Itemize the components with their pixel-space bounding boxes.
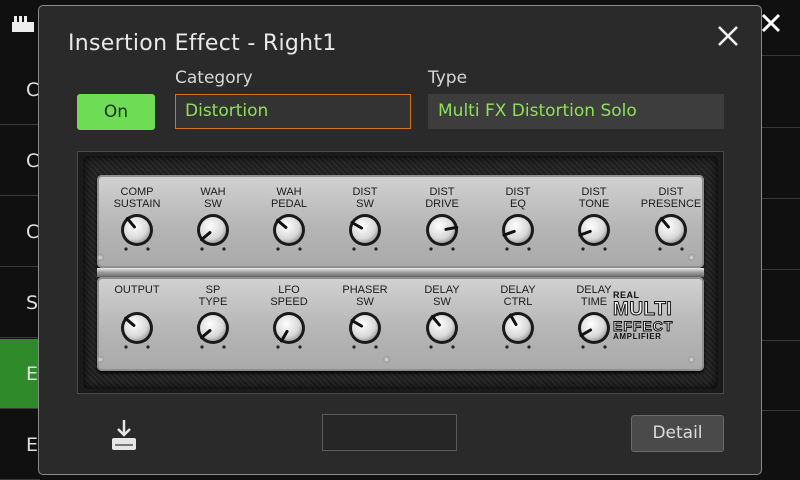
- type-field[interactable]: Multi FX Distortion Solo: [428, 94, 724, 129]
- dialog-title: Insertion Effect - Right1: [68, 31, 337, 56]
- knob-dial-icon[interactable]: [649, 212, 693, 252]
- knob-dial-icon[interactable]: [115, 212, 159, 252]
- knob-label: COMP SUSTAIN: [113, 186, 161, 210]
- knob-dial-icon[interactable]: [267, 212, 311, 252]
- knob-delay-sw[interactable]: DELAY SW: [402, 284, 482, 350]
- knob-label: DIST EQ: [505, 186, 531, 210]
- insertion-effect-dialog: Insertion Effect - Right1 Category Type …: [38, 5, 762, 475]
- screw-icon: [688, 356, 695, 363]
- knob-dist-eq[interactable]: DIST EQ: [478, 186, 558, 252]
- amp-cabinet: COMP SUSTAIN WAH SW WAH PEDAL DIST SW DIST DRIVE D…: [83, 156, 718, 389]
- knob-label: DELAY CTRL: [500, 284, 536, 308]
- knob-dist-sw[interactable]: DIST SW: [325, 186, 405, 252]
- knob-dist-presence[interactable]: DIST PRESENCE: [631, 186, 711, 252]
- knob-phaser-sw[interactable]: PHASER SW: [325, 284, 405, 350]
- knob-dial-icon[interactable]: [572, 310, 616, 350]
- category-field[interactable]: Distortion: [175, 94, 411, 129]
- knob-dist-tone[interactable]: DIST TONE: [554, 186, 634, 252]
- save-download-icon[interactable]: [109, 418, 139, 452]
- logo-effect-text: EFFECT: [613, 318, 674, 334]
- knob-dial-icon[interactable]: [267, 310, 311, 350]
- knob-label: DIST SW: [352, 186, 378, 210]
- knob-comp-sustain[interactable]: COMP SUSTAIN: [97, 186, 177, 252]
- knob-dial-icon[interactable]: [343, 212, 387, 252]
- category-label: Category: [175, 68, 253, 88]
- logo-multi-text: MULTI: [613, 299, 673, 320]
- knob-label: LFO SPEED: [270, 284, 308, 308]
- background-sidebar-item[interactable]: S: [0, 268, 40, 338]
- knob-dial-icon[interactable]: [115, 310, 159, 350]
- on-toggle-button[interactable]: On: [77, 94, 155, 130]
- amp-logo: REAL MULTI EFFECT AMPLIFIER: [613, 291, 693, 341]
- knob-dial-icon[interactable]: [343, 310, 387, 350]
- screw-icon: [97, 254, 104, 261]
- knob-label: DIST TONE: [578, 186, 610, 210]
- knob-dial-icon[interactable]: [420, 310, 464, 350]
- knob-dial-icon[interactable]: [496, 212, 540, 252]
- knob-label: WAH SW: [200, 186, 226, 210]
- close-icon[interactable]: [715, 23, 741, 49]
- knob-label: OUTPUT: [114, 284, 160, 296]
- amp-panel: COMP SUSTAIN WAH SW WAH PEDAL DIST SW DIST DRIVE D…: [77, 151, 724, 394]
- background-sidebar-item[interactable]: C: [0, 55, 40, 125]
- knob-label: SP TYPE: [198, 284, 228, 308]
- knob-label: DIST PRESENCE: [640, 186, 702, 210]
- blank-field[interactable]: [322, 414, 457, 451]
- detail-button[interactable]: Detail: [631, 415, 724, 452]
- knob-label: WAH PEDAL: [270, 186, 308, 210]
- knob-dial-icon[interactable]: [572, 212, 616, 252]
- background-sidebar-item[interactable]: C: [0, 197, 40, 267]
- knob-output[interactable]: OUTPUT: [97, 284, 177, 350]
- background-sidebar-item[interactable]: C: [0, 126, 40, 196]
- background-right-column: [762, 55, 800, 480]
- amp-divider: [97, 268, 704, 277]
- knob-wah-sw[interactable]: WAH SW: [173, 186, 253, 252]
- knob-delay-ctrl[interactable]: DELAY CTRL: [478, 284, 558, 350]
- knob-label: PHASER SW: [342, 284, 388, 308]
- keyboard-hand-icon[interactable]: [10, 14, 36, 36]
- background-sidebar-item[interactable]: E: [0, 339, 40, 409]
- type-label: Type: [428, 68, 468, 88]
- knob-dist-drive[interactable]: DIST DRIVE: [402, 186, 482, 252]
- knob-sp-type[interactable]: SP TYPE: [173, 284, 253, 350]
- knob-lfo-speed[interactable]: LFO SPEED: [249, 284, 329, 350]
- knob-label: DIST DRIVE: [425, 186, 459, 210]
- knob-dial-icon[interactable]: [496, 310, 540, 350]
- knob-label: DELAY SW: [424, 284, 460, 308]
- screw-icon: [688, 254, 695, 261]
- screw-icon: [97, 356, 104, 363]
- knob-dial-icon[interactable]: [420, 212, 464, 252]
- logo-amplifier-text: AMPLIFIER: [613, 332, 662, 341]
- screw-icon: [383, 356, 390, 363]
- knob-dial-icon[interactable]: [191, 310, 235, 350]
- knob-dial-icon[interactable]: [191, 212, 235, 252]
- knob-wah-pedal[interactable]: WAH PEDAL: [249, 186, 329, 252]
- background-sidebar-item[interactable]: E: [0, 410, 40, 480]
